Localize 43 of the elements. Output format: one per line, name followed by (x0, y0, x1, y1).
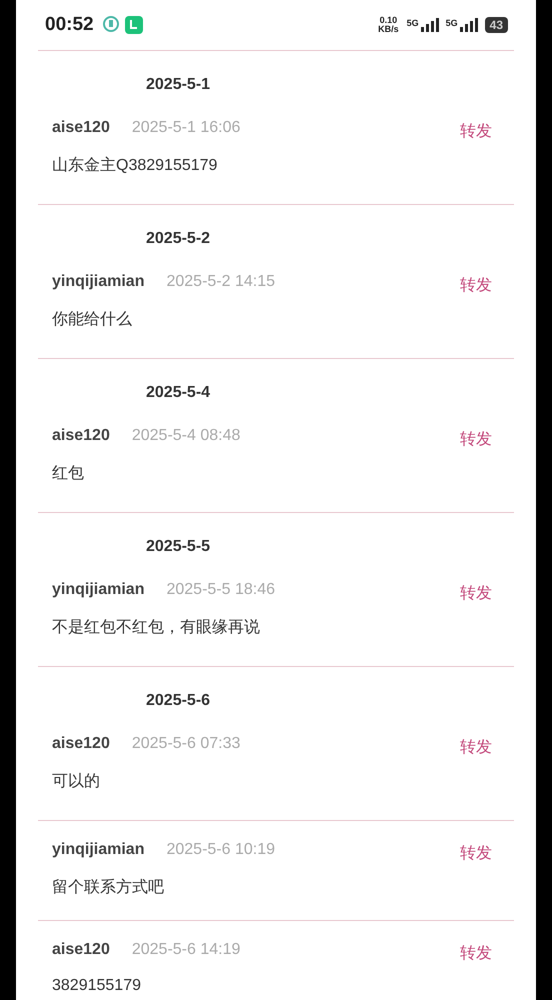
network-type: 5G (406, 18, 419, 28)
network-type: 5G (446, 18, 458, 28)
username: yinqijiamian (52, 840, 144, 858)
message-text: 山东金主Q3829155179 (52, 156, 218, 176)
date-header: 2025-5-6 (146, 692, 210, 710)
date-header: 2025-5-1 (146, 76, 210, 94)
username: aise120 (52, 118, 110, 136)
username: aise120 (52, 734, 110, 752)
username: aise120 (52, 940, 110, 958)
username: aise120 (52, 426, 110, 444)
phone-app-icon (124, 16, 143, 34)
date-header: 2025-5-2 (146, 230, 210, 248)
clock: 00:52 (45, 14, 94, 36)
message-text: 可以的 (52, 772, 100, 792)
timestamp: 2025-5-6 14:19 (132, 940, 240, 958)
forward-link[interactable]: 转发 (460, 121, 492, 142)
timestamp: 2025-5-4 08:48 (132, 426, 240, 444)
forward-link[interactable]: 转发 (460, 275, 492, 296)
timestamp: 2025-5-2 14:15 (166, 272, 275, 290)
network-speed: 0.10 (380, 16, 398, 25)
forward-link[interactable]: 转发 (460, 943, 492, 964)
timestamp: 2025-5-6 07:33 (132, 734, 240, 752)
message-text: 3829155179 (52, 977, 141, 995)
network-unit: KB/s (378, 25, 399, 34)
battery-indicator: 43 (484, 17, 508, 33)
app-icon (102, 16, 119, 32)
date-header: 2025-5-5 (146, 538, 210, 556)
message-text: 红包 (52, 464, 84, 484)
signal-icon (458, 18, 479, 32)
username: yinqijiamian (52, 272, 144, 290)
message-text: 留个联系方式吧 (52, 878, 164, 898)
forward-link[interactable]: 转发 (460, 843, 492, 864)
forward-link[interactable]: 转发 (460, 429, 492, 450)
timestamp: 2025-5-1 16:06 (132, 118, 240, 136)
forward-link[interactable]: 转发 (460, 737, 492, 758)
signal-icon (420, 18, 440, 32)
message-text: 你能给什么 (52, 310, 132, 330)
username: yinqijiamian (52, 580, 144, 598)
forward-link[interactable]: 转发 (460, 583, 492, 604)
message-text: 不是红包不红包，有眼缘再说 (52, 618, 260, 638)
timestamp: 2025-5-5 18:46 (166, 580, 275, 598)
date-header: 2025-5-4 (146, 384, 210, 402)
timestamp: 2025-5-6 10:19 (166, 840, 275, 858)
